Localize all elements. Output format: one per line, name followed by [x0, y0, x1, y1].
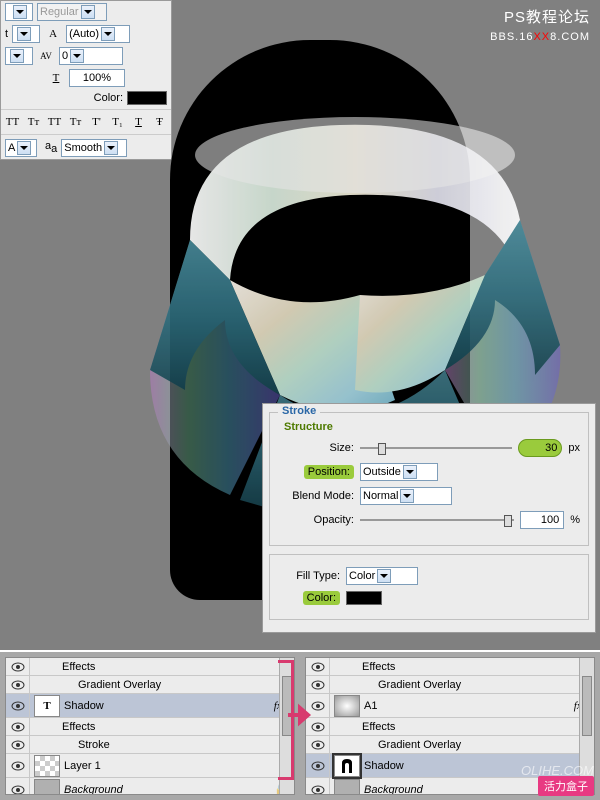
layer-name: Layer 1: [64, 760, 101, 772]
layer-name: Shadow: [364, 760, 404, 772]
layers-panel-left: Effects Gradient Overlay TShadowfx ▾ Eff…: [5, 657, 295, 795]
layer-layer1[interactable]: Layer 1: [6, 754, 294, 778]
eye-icon: [311, 662, 325, 672]
layer-a1[interactable]: A1fx ▾: [306, 694, 594, 718]
eye-icon: [11, 785, 25, 795]
pct-label: %: [570, 514, 580, 526]
structure-label: Structure: [284, 421, 580, 433]
eye-icon: [11, 722, 25, 732]
effects-label: Effects: [362, 661, 395, 673]
footer-watermark: 活力盒子: [538, 776, 594, 796]
stroke-color-swatch[interactable]: [346, 591, 382, 605]
gradov-label: Gradient Overlay: [378, 679, 461, 691]
color-label2: Color:: [278, 591, 340, 605]
eye-icon: [11, 680, 25, 690]
lang-dropdown[interactable]: A: [5, 139, 37, 157]
effects-label: Effects: [362, 721, 395, 733]
layer-background[interactable]: Background🔒: [6, 778, 294, 795]
layer-name: Background: [364, 784, 423, 796]
filltype-label: Fill Type:: [278, 570, 340, 582]
eye-icon: [11, 761, 25, 771]
layer-thumb: [34, 779, 60, 796]
size-dropdown[interactable]: [12, 25, 40, 43]
blend-dropdown[interactable]: Normal: [360, 487, 452, 505]
size-slider[interactable]: [360, 441, 512, 455]
effects-label: Effects: [62, 661, 95, 673]
layer-name: Background: [64, 784, 123, 796]
layer-shadow[interactable]: TShadowfx ▾: [6, 694, 294, 718]
eye-icon: [11, 740, 25, 750]
size-label: Size:: [278, 442, 354, 454]
filltype-dropdown[interactable]: Color: [346, 567, 418, 585]
size-input[interactable]: 30: [518, 439, 562, 457]
opacity-label: Opacity:: [278, 514, 354, 526]
font-size-dropdown[interactable]: [5, 3, 33, 21]
arrow-icon: [286, 700, 316, 730]
gradov-label: Gradient Overlay: [378, 739, 461, 751]
layer-thumb: [334, 695, 360, 717]
kerning-dropdown[interactable]: [5, 47, 33, 65]
faux-italic-button[interactable]: Tт: [26, 114, 41, 130]
eye-icon: [11, 701, 25, 711]
blend-label: Blend Mode:: [278, 490, 354, 502]
layer-thumb: [334, 755, 360, 777]
eye-icon: [311, 740, 325, 750]
leading-icon: t: [5, 28, 8, 40]
opacity-input[interactable]: 100: [520, 511, 564, 529]
text-layer-thumb: T: [34, 695, 60, 717]
layer-thumb: [334, 779, 360, 796]
eye-icon: [11, 662, 25, 672]
eye-icon: [311, 680, 325, 690]
opacity-slider[interactable]: [360, 513, 514, 527]
layer-thumb: [34, 755, 60, 777]
strokefx-label: Stroke: [78, 739, 110, 751]
layer-name: A1: [364, 700, 377, 712]
px-label: px: [568, 442, 580, 454]
eye-icon: [311, 785, 325, 795]
stroke-title: Stroke: [278, 405, 320, 417]
layer-name: Shadow: [64, 700, 104, 712]
gradov-label: Gradient Overlay: [78, 679, 161, 691]
effects-label: Effects: [62, 721, 95, 733]
faux-bold-button[interactable]: TT: [5, 114, 20, 130]
stroke-panel: Stroke Structure Size: 30 px Position: O…: [262, 403, 596, 633]
position-label: Position:: [278, 465, 354, 479]
position-dropdown[interactable]: Outside: [360, 463, 438, 481]
eye-icon: [311, 761, 325, 771]
